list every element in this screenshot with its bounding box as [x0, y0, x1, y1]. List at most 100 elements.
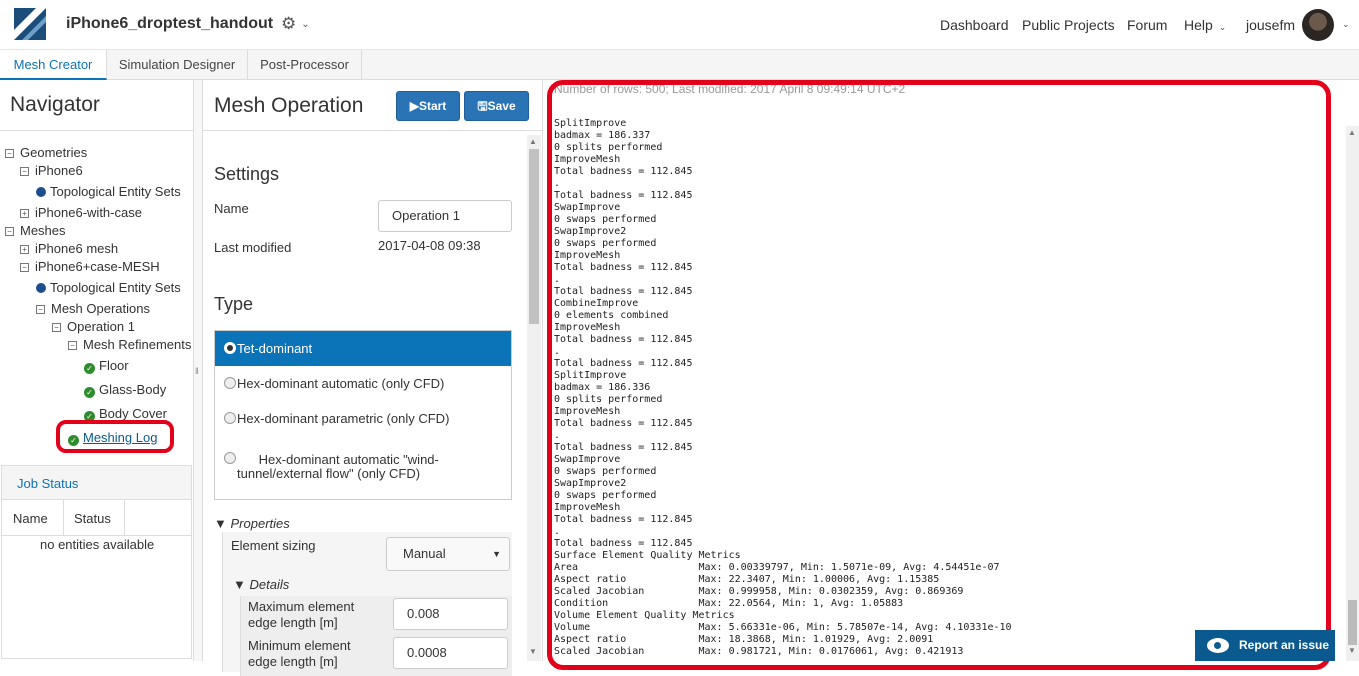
properties-title: Properties — [230, 516, 290, 531]
scroll-down-icon[interactable]: ▼ — [529, 647, 537, 656]
tree-label: iPhone6+case-MESH — [35, 259, 160, 274]
tab-simulation-designer[interactable]: Simulation Designer — [107, 50, 248, 80]
name-input[interactable]: Operation 1 — [378, 200, 512, 232]
min-edge-label: Minimum element edge length [m] — [248, 638, 351, 669]
nav-dashboard[interactable]: Dashboard — [940, 17, 1009, 33]
type-option-hex-parametric[interactable]: Hex-dominant parametric (only CFD) — [215, 401, 511, 436]
avatar[interactable] — [1302, 9, 1334, 41]
divider — [0, 130, 194, 131]
start-button[interactable]: ▶Start — [396, 91, 460, 121]
tree-item-mesh-refinements[interactable]: − Mesh Refinements — [68, 337, 191, 352]
type-title: Type — [214, 294, 254, 314]
column-header-status[interactable]: Status — [74, 511, 111, 526]
radio-unselected[interactable] — [224, 377, 236, 389]
min-edge-input[interactable]: 0.0008 — [393, 637, 508, 669]
collapse-icon[interactable]: − — [5, 149, 14, 158]
tree-item-meshes[interactable]: − Meshes — [5, 223, 66, 238]
expand-icon[interactable]: + — [20, 209, 29, 218]
tab-mesh-creator[interactable]: Mesh Creator — [0, 50, 107, 80]
play-icon: ▶ — [409, 99, 419, 113]
details-toggle[interactable]: ▼ Details — [233, 577, 289, 592]
divider — [2, 535, 191, 536]
expand-icon[interactable]: + — [20, 245, 29, 254]
scroll-down-icon[interactable]: ▼ — [1348, 646, 1356, 655]
type-option-tet-dominant[interactable]: Tet-dominant — [215, 331, 511, 366]
tree-item-floor[interactable]: ✓ Floor — [84, 358, 129, 374]
tree-item-topological-sets[interactable]: Topological Entity Sets — [36, 184, 181, 199]
tree-item-iphone6-mesh[interactable]: + iPhone6 mesh — [20, 241, 118, 256]
tree-item-geometries[interactable]: − Geometries — [5, 145, 87, 160]
project-title[interactable]: iPhone6_droptest_handout — [66, 15, 273, 33]
element-sizing-select[interactable]: Manual ▼ — [386, 537, 510, 571]
tree-label: Floor — [99, 358, 129, 373]
nav-help[interactable]: Help ⌄ — [1184, 17, 1226, 33]
tree-item-glass-body[interactable]: ✓ Glass-Body — [84, 382, 166, 398]
scroll-thumb[interactable] — [529, 149, 539, 324]
report-issue-button[interactable]: Report an issue — [1195, 630, 1335, 661]
settings-title: Settings — [214, 164, 280, 184]
radio-selected[interactable] — [224, 342, 236, 354]
app-logo[interactable] — [14, 8, 46, 40]
start-label: Start — [418, 99, 447, 113]
save-button[interactable]: 🖫Save — [464, 91, 529, 121]
job-status-header[interactable]: Job Status — [2, 466, 191, 500]
properties-toggle[interactable]: ▼ Properties — [214, 516, 290, 531]
last-modified-label: Last modified — [214, 240, 292, 255]
highlight-box — [56, 420, 174, 453]
divider — [124, 500, 125, 535]
max-edge-input[interactable]: 0.008 — [393, 598, 508, 630]
divider — [203, 130, 542, 131]
column-header-name[interactable]: Name — [13, 511, 48, 526]
tree-label: Mesh Refinements — [83, 337, 192, 352]
type-label: Hex-dominant parametric (only CFD) — [237, 411, 450, 426]
gear-icon[interactable]: ⚙ ⌄ — [281, 14, 310, 34]
type-label: Hex-dominant automatic "wind- tunnel/ext… — [237, 452, 439, 481]
nav-forum[interactable]: Forum — [1127, 17, 1167, 33]
element-sizing-label: Element sizing — [231, 538, 316, 553]
collapse-icon[interactable]: − — [52, 323, 61, 332]
tree-item-operation-1[interactable]: − Operation 1 — [52, 319, 135, 334]
nav-help-label: Help — [1184, 17, 1213, 33]
type-list: Tet-dominant Hex-dominant automatic (onl… — [214, 330, 512, 500]
tree-item-iphone6[interactable]: − iPhone6 — [20, 163, 83, 178]
scroll-up-icon[interactable]: ▲ — [529, 137, 537, 146]
check-icon: ✓ — [84, 387, 95, 398]
highlight-box — [547, 80, 1331, 670]
top-navbar: iPhone6_droptest_handout ⚙ ⌄ Dashboard Pu… — [0, 0, 1359, 50]
scroll-up-icon[interactable]: ▲ — [1348, 128, 1356, 137]
chevron-down-icon: ⌄ — [301, 19, 310, 31]
log-scrollbar[interactable]: ▲ ▼ — [1346, 126, 1359, 661]
caret-down-icon: ▼ — [233, 577, 246, 592]
radio-unselected[interactable] — [224, 412, 236, 424]
save-label: Save — [487, 99, 516, 113]
max-edge-label: Maximum element edge length [m] — [248, 599, 355, 630]
chevron-down-icon: ⌄ — [1218, 22, 1227, 32]
navigator-title: Navigator — [10, 93, 100, 116]
nav-user[interactable]: jousefm — [1246, 17, 1295, 33]
type-option-hex-wind-tunnel[interactable]: Hex-dominant automatic "wind- tunnel/ext… — [215, 439, 511, 481]
tree-item-iphone6-with-case[interactable]: + iPhone6-with-case — [20, 205, 142, 220]
tree-item-topological-sets-2[interactable]: Topological Entity Sets — [36, 280, 181, 295]
collapse-icon[interactable]: − — [5, 227, 14, 236]
type-option-hex-auto[interactable]: Hex-dominant automatic (only CFD) — [215, 366, 511, 401]
scroll-thumb[interactable] — [1348, 600, 1357, 645]
type-label: Hex-dominant automatic (only CFD) — [237, 376, 445, 391]
settings-scrollbar[interactable]: ▲ ▼ — [527, 135, 541, 661]
job-status-panel: Job Status Name Status no entities avail… — [1, 465, 192, 659]
mesh-operation-panel: Mesh Operation ▶Start 🖫Save Settings Nam… — [202, 80, 543, 676]
chevron-down-icon[interactable]: ⌄ — [1342, 19, 1350, 30]
collapse-icon[interactable]: − — [68, 341, 77, 350]
radio-unselected[interactable] — [224, 452, 236, 464]
details-title: Details — [249, 577, 290, 592]
tree-item-iphone6-case-mesh[interactable]: − iPhone6+case-MESH — [20, 259, 160, 274]
drag-handle-icon[interactable]: ‖ — [195, 366, 199, 376]
collapse-icon[interactable]: − — [20, 263, 29, 272]
tree-label: Body Cover — [99, 406, 167, 421]
collapse-icon[interactable]: − — [36, 305, 45, 314]
eye-icon — [1207, 638, 1229, 653]
tab-post-processor[interactable]: Post-Processor — [248, 50, 362, 80]
type-label: Tet-dominant — [237, 341, 313, 356]
nav-public-projects[interactable]: Public Projects — [1022, 17, 1115, 33]
collapse-icon[interactable]: − — [20, 167, 29, 176]
tree-item-mesh-operations[interactable]: − Mesh Operations — [36, 301, 150, 316]
